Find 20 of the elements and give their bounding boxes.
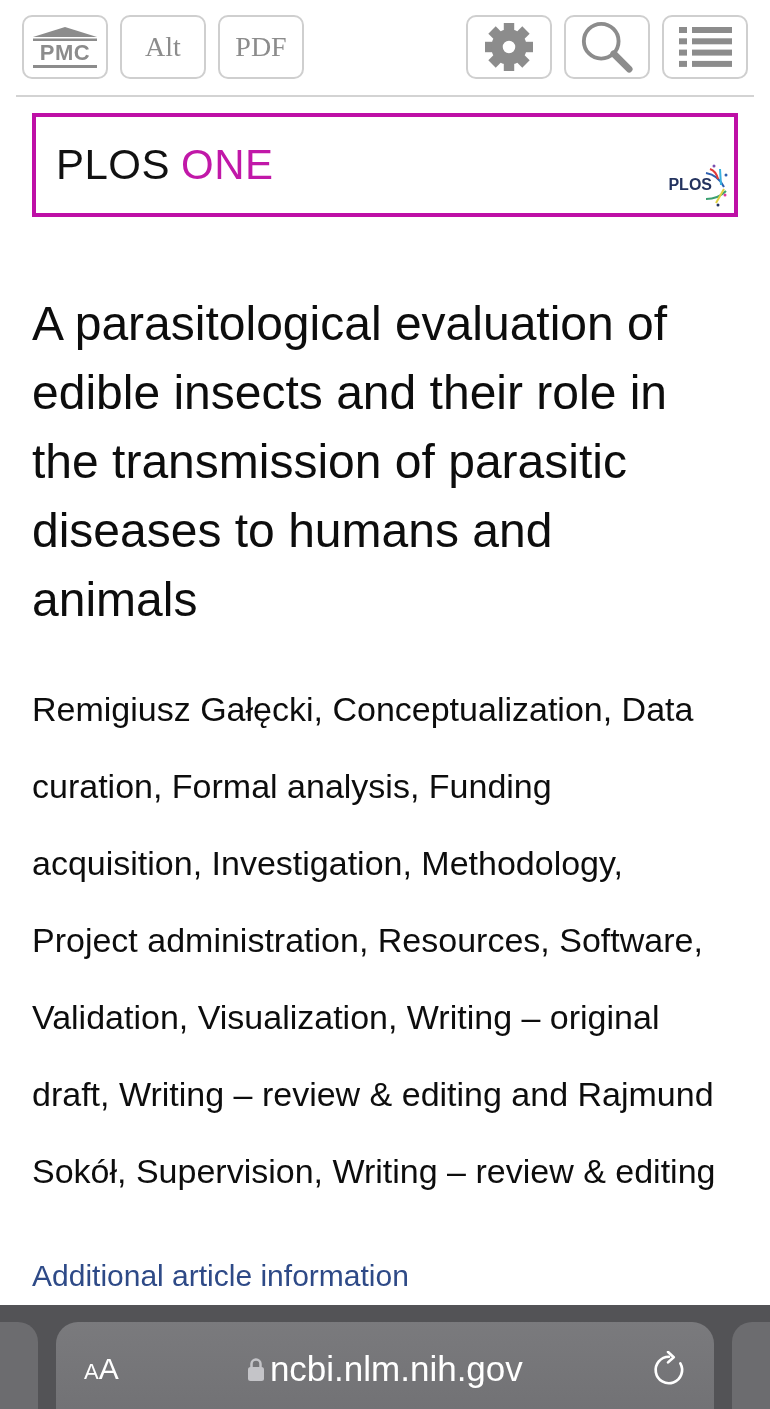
- text-size-button[interactable]: AA: [84, 1353, 119, 1384]
- settings-button[interactable]: [466, 15, 552, 79]
- pdf-button[interactable]: PDF: [218, 15, 304, 79]
- base-bar-icon: [33, 64, 97, 68]
- pmc-home-button[interactable]: PMC: [22, 15, 108, 79]
- publisher-logo-text: PLOS: [668, 177, 712, 193]
- article-title: A parasitological evaluation of edible insects and their role in the transmission of parasitic diseases to humans and animals: [32, 296, 669, 628]
- url-text: ncbi.nlm.nih.gov: [269, 1351, 523, 1386]
- search-button[interactable]: [564, 15, 650, 79]
- more-info-link[interactable]: Additional article information: [32, 1256, 409, 1296]
- settings-icon: [485, 23, 533, 71]
- journal-logo-text: PLOS ONE: [56, 144, 274, 186]
- list-icon: [678, 27, 732, 67]
- contents-button[interactable]: [662, 15, 748, 79]
- address-bar[interactable]: AA ncbi.nlm.nih.gov: [56, 1322, 714, 1409]
- contributors-text: Remigiusz Gałęcki, Conceptualization, Data curation, Formal analysis, Funding acquisition, Investigation, Methodology, Project administration, Resources, Software, Validation, Visualization, Writing – original draft, Writing – review & editing and Rajmund Sokół, Supervision, Writing – review & editing: [32, 689, 717, 1192]
- roof-icon: [33, 26, 97, 41]
- alt-view-button[interactable]: Alt: [120, 15, 206, 79]
- search-icon: [580, 20, 634, 74]
- reload-icon[interactable]: [652, 1350, 686, 1387]
